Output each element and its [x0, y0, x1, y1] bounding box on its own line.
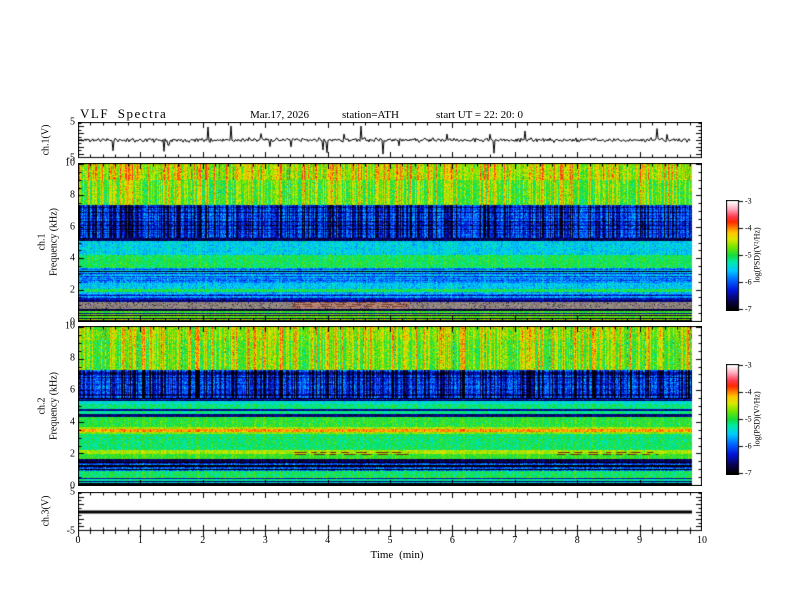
ch1-colorbar-tick-label: -3 [745, 196, 752, 206]
time-axis-label: Time (min) [370, 549, 424, 561]
ch1-freq-tick-label: 8 [70, 189, 75, 201]
ch2-freq-tick-label: 2 [70, 448, 75, 460]
ch1-spectrogram-channel-label: ch.1 [36, 233, 48, 251]
figure-date: Mar.17, 2026 [250, 109, 309, 121]
ch3-volt-tick-label: -5 [66, 525, 75, 537]
time-tick-label: 10 [697, 535, 707, 546]
ch1-waveform-plot [78, 122, 702, 159]
time-tick-label: 3 [262, 535, 268, 546]
time-tick-label: 7 [512, 535, 518, 546]
ch1-colorbar-tick-label: -4 [745, 223, 752, 233]
time-tick-label: 4 [325, 535, 331, 546]
ch1-freq-tick-label: 4 [70, 252, 75, 264]
ch2-freq-tick-label: 10 [65, 320, 75, 332]
figure-start-ut: start UT = 22: 20: 0 [436, 109, 523, 121]
time-tick-label: 5 [387, 535, 393, 546]
ch2-freq-tick-label: 6 [70, 384, 75, 396]
ch1-colorbar-tick-label: -6 [745, 277, 752, 287]
time-tick-label: 8 [574, 535, 580, 546]
ch1-volt-tick-label: 5 [70, 116, 75, 128]
figure-title: VLF Spectra [80, 106, 168, 121]
vlf-spectra-figure: VLF Spectra Mar.17, 2026 station=ATH sta… [0, 0, 792, 612]
ch3-waveform-plot [78, 492, 702, 539]
ch2-spectrogram-plot [78, 326, 702, 486]
ch1-freq-tick-label: 10 [65, 157, 75, 169]
ch2-colorbar-tick-label: -5 [745, 414, 752, 424]
time-tick-label: 0 [75, 535, 81, 546]
ch2-colorbar-tick-label: -7 [745, 468, 752, 478]
ch3-voltage-axis-label: ch.3(V) [40, 495, 52, 527]
ch2-freq-tick-label: 4 [70, 416, 75, 428]
ch1-spectrogram-plot [78, 163, 702, 322]
time-tick-label: 6 [449, 535, 455, 546]
ch2-colorbar-tick-label: -3 [745, 360, 752, 370]
ch1-voltage-axis-label: ch.1(V) [40, 124, 52, 156]
ch1-freq-tick-label: 2 [70, 284, 75, 296]
ch2-colorbar-tick-label: -4 [745, 387, 752, 397]
ch1-frequency-axis-label: Frequency (kHz) [48, 207, 60, 277]
ch2-freq-tick-label: 8 [70, 352, 75, 364]
time-tick-label: 1 [137, 535, 143, 546]
figure-station: station=ATH [342, 109, 399, 121]
ch2-colorbar-tick-label: -6 [745, 441, 752, 451]
time-tick-label: 9 [637, 535, 643, 546]
ch1-colorbar-label: log(PSD)(V²/Hz) [752, 227, 762, 283]
ch2-colorbar-label: log(PSD)(V²/Hz) [752, 391, 762, 447]
time-tick-label: 2 [200, 535, 206, 546]
ch2-frequency-axis-label: Frequency (kHz) [48, 371, 60, 441]
ch1-freq-tick-label: 6 [70, 221, 75, 233]
ch1-colorbar-tick-label: -7 [745, 304, 752, 314]
ch3-volt-tick-label: 5 [70, 486, 75, 498]
ch1-colorbar-tick-label: -5 [745, 250, 752, 260]
ch2-spectrogram-channel-label: ch.2 [36, 397, 48, 415]
